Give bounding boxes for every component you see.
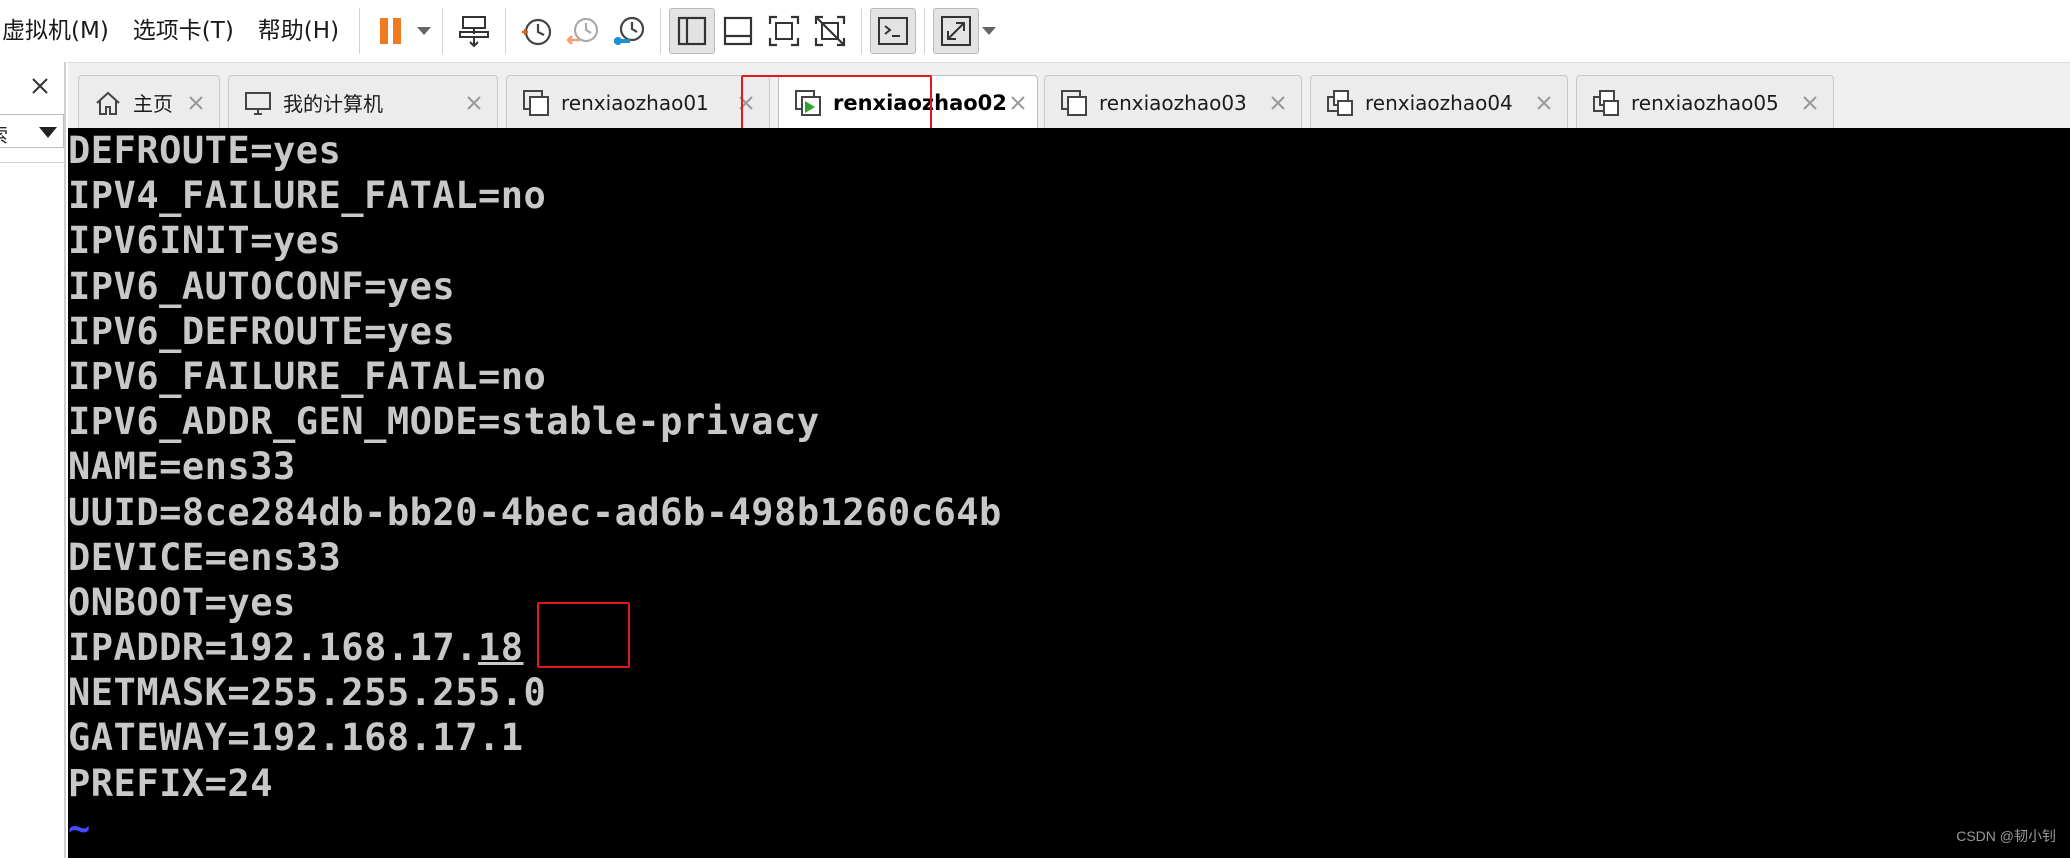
watermark: CSDN @韧小钊 xyxy=(1956,828,2056,844)
vmware-window: 虚拟机(M) 选项卡(T) 帮助(H) 主页 我的计算机 renxiaozhao… xyxy=(0,0,2070,858)
tab-home[interactable]: 主页 xyxy=(78,75,220,129)
vm-linked-icon xyxy=(1593,89,1619,116)
tab-label: renxiaozhao03 xyxy=(1099,90,1247,115)
terminal-line: IPV6_AUTOCONF=yes xyxy=(68,264,456,308)
library-search-text: 索 xyxy=(0,119,8,147)
fullscreen-icon xyxy=(768,15,800,47)
tab-renxiaozhao03[interactable]: renxiaozhao03 xyxy=(1044,75,1302,129)
terminal-output: DEFROUTE=yes IPV4_FAILURE_FATAL=no IPV6I… xyxy=(68,128,1002,851)
pause-button[interactable] xyxy=(368,8,414,54)
toolbar-separator xyxy=(442,8,444,54)
vm-icon xyxy=(1061,89,1087,116)
close-icon[interactable] xyxy=(735,92,757,114)
tab-strip: 主页 我的计算机 renxiaozhao01 renxiaozhao02 ren… xyxy=(68,62,2070,129)
terminal-line-ipaddr: IPADDR=192.168.17.18 xyxy=(68,625,1002,670)
menu-tabs[interactable]: 选项卡(T) xyxy=(121,11,246,51)
tab-label: 我的计算机 xyxy=(283,92,383,116)
terminal-line: IPV4_FAILURE_FATAL=no xyxy=(68,174,547,218)
library-close-button[interactable] xyxy=(26,72,54,100)
revert-snapshot-button[interactable] xyxy=(560,8,606,54)
terminal-line: NETMASK=255.255.255.0 xyxy=(68,671,547,715)
thumbnail-view-icon xyxy=(723,16,753,46)
close-icon[interactable] xyxy=(1533,92,1555,114)
chevron-down-icon[interactable] xyxy=(39,127,57,138)
revert-snapshot-icon xyxy=(566,17,599,45)
terminal-line: DEVICE=ens33 xyxy=(68,535,342,579)
terminal-line: PREFIX=24 xyxy=(68,761,273,805)
chevron-down-icon xyxy=(982,27,997,35)
close-icon xyxy=(32,78,48,94)
vm-linked-icon xyxy=(1327,89,1353,116)
pause-icon xyxy=(380,18,402,44)
unity-button[interactable] xyxy=(807,8,853,54)
terminal-line: IPV6_FAILURE_FATAL=no xyxy=(68,354,547,398)
console-view-icon xyxy=(878,17,909,45)
tab-renxiaozhao01[interactable]: renxiaozhao01 xyxy=(506,75,770,129)
toolbar-separator xyxy=(660,8,662,54)
snapshot-button[interactable] xyxy=(514,8,560,54)
console-view-button[interactable] xyxy=(870,8,917,54)
pause-dropdown[interactable] xyxy=(414,8,434,54)
send-ctrl-alt-del-icon xyxy=(459,16,490,48)
vm-running-icon xyxy=(795,89,821,116)
vm-console[interactable]: DEFROUTE=yes IPV4_FAILURE_FATAL=no IPV6I… xyxy=(68,128,2070,858)
fullscreen-button[interactable] xyxy=(761,8,807,54)
computer-icon xyxy=(245,91,271,115)
tab-renxiaozhao04[interactable]: renxiaozhao04 xyxy=(1310,75,1568,129)
library-view-button[interactable] xyxy=(669,8,716,54)
tab-label: renxiaozhao05 xyxy=(1631,90,1779,115)
snapshot-icon xyxy=(522,18,552,46)
tab-my-computer[interactable]: 我的计算机 xyxy=(228,75,498,129)
close-icon[interactable] xyxy=(1799,92,1821,114)
close-icon[interactable] xyxy=(463,92,485,114)
library-panel: 索 xyxy=(0,62,66,858)
terminal-line: UUID=8ce284db-bb20-4bec-ad6b-498b1260c64… xyxy=(68,490,1002,534)
thumbnail-view-button[interactable] xyxy=(715,8,761,54)
toolbar-separator xyxy=(505,8,507,54)
stretch-button[interactable] xyxy=(933,8,980,54)
menu-help[interactable]: 帮助(H) xyxy=(246,11,351,51)
stretch-icon xyxy=(941,16,972,46)
tab-label: renxiaozhao04 xyxy=(1365,90,1513,115)
stretch-dropdown[interactable] xyxy=(979,8,999,54)
chevron-down-icon xyxy=(417,27,432,35)
toolbar-separator xyxy=(924,8,926,54)
terminal-line: IPV6INIT=yes xyxy=(68,219,342,263)
tab-renxiaozhao05[interactable]: renxiaozhao05 xyxy=(1576,75,1834,129)
toolbar-separator xyxy=(359,8,361,54)
terminal-line: DEFROUTE=yes xyxy=(68,129,342,172)
library-view-icon xyxy=(677,16,707,46)
snapshot-manager-button[interactable] xyxy=(606,8,652,54)
unity-icon xyxy=(814,15,846,47)
ipaddr-prefix: IPADDR=192.168.17. xyxy=(68,626,478,670)
home-icon xyxy=(96,91,120,115)
terminal-line: NAME=ens33 xyxy=(68,445,296,489)
toolbar-separator xyxy=(861,8,863,54)
library-divider xyxy=(0,162,64,163)
close-icon[interactable] xyxy=(1267,92,1289,114)
terminal-line: IPV6_DEFROUTE=yes xyxy=(68,309,456,353)
terminal-line: ONBOOT=yes xyxy=(68,580,296,624)
terminal-line: IPV6_ADDR_GEN_MODE=stable-privacy xyxy=(68,400,820,444)
send-ctrl-alt-del-button[interactable] xyxy=(451,8,497,54)
terminal-line: GATEWAY=192.168.17.1 xyxy=(68,716,524,760)
tab-label: renxiaozhao02 xyxy=(833,90,1007,115)
close-icon[interactable] xyxy=(185,92,207,114)
ipaddr-suffix: 18 xyxy=(477,626,524,670)
close-icon[interactable] xyxy=(1007,92,1029,114)
vm-icon xyxy=(523,89,549,116)
menu-vm[interactable]: 虚拟机(M) xyxy=(0,11,121,51)
tab-renxiaozhao02[interactable]: renxiaozhao02 xyxy=(778,75,1038,129)
tab-label: renxiaozhao01 xyxy=(561,90,709,115)
library-search-box[interactable]: 索 xyxy=(0,114,64,148)
snapshot-manager-icon xyxy=(614,16,645,45)
menu-toolbar: 虚拟机(M) 选项卡(T) 帮助(H) xyxy=(0,0,2070,62)
vi-empty-line-tilde: ~ xyxy=(68,806,91,850)
tab-label: 主页 xyxy=(133,92,173,116)
